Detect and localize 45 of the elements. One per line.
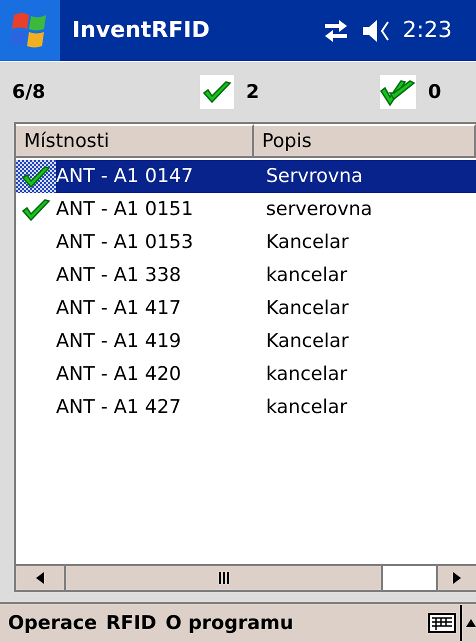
- scroll-right-icon[interactable]: [453, 572, 461, 584]
- list-row[interactable]: ANT - A1 417 Kancelar: [16, 292, 476, 325]
- room-cell-text: ANT - A1 0151: [56, 197, 194, 222]
- list-row[interactable]: ANT - A1 0153 Kancelar: [16, 226, 476, 259]
- clock-text: 2:23: [402, 17, 452, 45]
- description-cell-text: kancelar: [265, 362, 348, 388]
- description-cell-text: kancelar: [265, 263, 348, 288]
- speaker-icon[interactable]: [360, 18, 391, 44]
- menu-item[interactable]: RFID: [106, 608, 156, 638]
- caret-up-icon[interactable]: [466, 619, 476, 627]
- room-cell-text: ANT - A1 420: [56, 362, 182, 388]
- description-cell-text: Servrovna: [265, 164, 363, 190]
- description-cell-text: Kancelar: [265, 230, 349, 256]
- double-check-icon: [380, 77, 416, 107]
- room-cell-text: ANT - A1 417: [56, 296, 182, 322]
- description-cell-text: Kancelar: [265, 296, 349, 322]
- keyboard-icon[interactable]: [428, 613, 456, 633]
- list-row[interactable]: ANT - A1 420 kancelar: [16, 358, 476, 391]
- check-icon: [202, 80, 232, 104]
- scroll-thumb[interactable]: [381, 566, 436, 590]
- list-row[interactable]: ANT - A1 419 Kancelar: [16, 325, 476, 358]
- scroll-left-icon[interactable]: [36, 572, 44, 584]
- description-cell-text: kancelar: [265, 395, 348, 420]
- room-cell-text: ANT - A1 419: [56, 329, 182, 354]
- double-checked-count: 0: [428, 80, 442, 105]
- start-button[interactable]: [0, 0, 60, 61]
- checked-count: 2: [246, 80, 260, 105]
- description-cell-text: serverovna: [265, 197, 372, 222]
- connectivity-arrows-icon[interactable]: [322, 18, 349, 42]
- menu-item[interactable]: O programu: [165, 608, 294, 638]
- window-title: InventRFID: [72, 17, 210, 45]
- menu-item[interactable]: Operace: [8, 608, 97, 638]
- column-header[interactable]: Místnosti: [16, 124, 254, 156]
- horizontal-scrollbar[interactable]: [16, 564, 476, 590]
- progress-count: 6/8: [12, 80, 46, 105]
- list-row[interactable]: ANT - A1 0151 serverovna: [16, 193, 476, 226]
- list-row[interactable]: ANT - A1 338 kancelar: [16, 259, 476, 292]
- room-cell-text: ANT - A1 0153: [56, 230, 194, 256]
- grip-icon: [218, 572, 228, 584]
- column-header[interactable]: Popis: [254, 124, 476, 156]
- room-cell-text: ANT - A1 0147: [56, 164, 194, 190]
- room-cell-text: ANT - A1 427: [56, 395, 182, 420]
- description-cell-text: Kancelar: [265, 329, 349, 354]
- room-cell-text: ANT - A1 338: [56, 263, 182, 288]
- list-row[interactable]: ANT - A1 427 kancelar: [16, 391, 476, 424]
